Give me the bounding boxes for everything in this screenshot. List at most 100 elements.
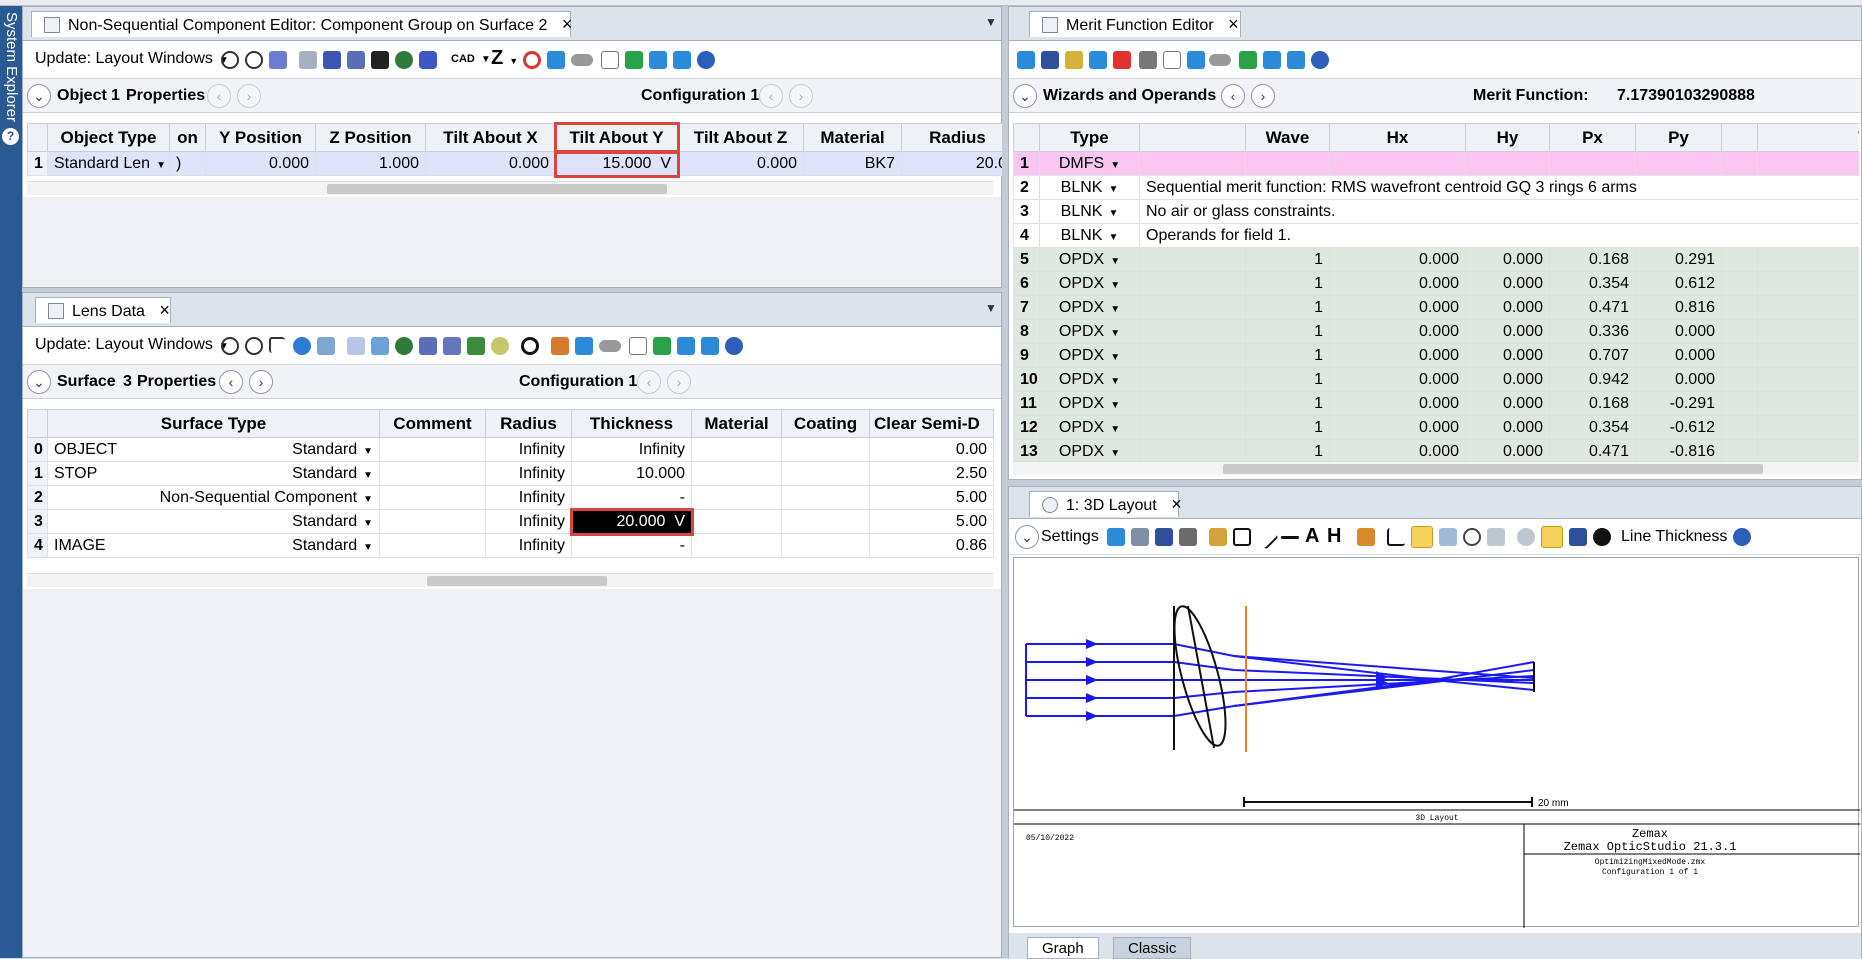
convert-icon[interactable]	[653, 337, 671, 355]
cell[interactable]	[1139, 247, 1246, 272]
material-cell[interactable]	[691, 437, 782, 462]
clear-semi-diameter-cell[interactable]: 0.86	[869, 533, 994, 558]
radius-cell[interactable]: Infinity	[485, 533, 572, 558]
wizards-operands-label[interactable]: Wizards and Operands	[1043, 87, 1216, 105]
object-icon[interactable]	[299, 51, 317, 69]
surface-type-cell[interactable]: IMAGE Standard ▼	[47, 533, 380, 558]
variable-solve-marker[interactable]: V	[660, 155, 671, 172]
merit-editor-tab[interactable]: Merit Function Editor ×	[1029, 11, 1241, 37]
wave-cell[interactable]: 1	[1245, 295, 1330, 320]
material-cell[interactable]	[691, 509, 782, 534]
hy-cell[interactable]: 0.000	[1465, 415, 1550, 440]
print-icon[interactable]	[1179, 528, 1197, 546]
py-cell[interactable]: -0.612	[1635, 415, 1722, 440]
system-explorer-bar[interactable]	[0, 6, 22, 958]
toggle-icon[interactable]	[1209, 54, 1231, 66]
prev-surface-button[interactable]: ‹	[219, 370, 243, 394]
hy-cell[interactable]: 0.000	[1465, 319, 1550, 344]
hx-cell[interactable]: 0.000	[1329, 319, 1466, 344]
page-icon[interactable]	[601, 51, 619, 69]
classic-tab[interactable]: Classic	[1113, 937, 1192, 959]
axes-icon[interactable]	[1387, 528, 1405, 546]
hy-cell[interactable]: 0.000	[1465, 295, 1550, 320]
column-header[interactable]: Material	[691, 409, 782, 438]
tilt-x-cell[interactable]: 0.000	[425, 151, 556, 176]
lens-data-tab[interactable]: Lens Data ×	[35, 297, 171, 323]
py-cell[interactable]: 0.000	[1635, 319, 1722, 344]
cell[interactable]	[1721, 439, 1758, 461]
cell[interactable]	[1139, 343, 1246, 368]
thickness-cell[interactable]: -	[571, 533, 692, 558]
convert-icon[interactable]	[1239, 51, 1257, 69]
radius-cell[interactable]: 20.0	[901, 151, 1014, 176]
hx-cell[interactable]: 0.000	[1329, 439, 1466, 461]
table-row[interactable]: 9OPDX▼10.0000.0000.7070.0000.0	[1013, 343, 1859, 368]
insert-icon[interactable]	[1089, 51, 1107, 69]
save-icon[interactable]	[1041, 51, 1059, 69]
text-icon[interactable]: A	[1305, 525, 1323, 547]
operand-type-cell[interactable]: OPDX ▼	[1039, 415, 1140, 440]
px-cell[interactable]: 0.471	[1549, 295, 1636, 320]
collapse-chevron-icon[interactable]: ⌄	[1013, 84, 1037, 108]
cell[interactable]	[1721, 391, 1758, 416]
px-cell[interactable]: 0.471	[1549, 439, 1636, 461]
cell[interactable]	[1721, 295, 1758, 320]
undo-icon[interactable]	[575, 337, 593, 355]
scrollbar-thumb[interactable]	[327, 184, 667, 194]
toggle-icon[interactable]	[571, 54, 593, 66]
table-row[interactable]: 10OPDX▼10.0000.0000.9420.0000.0	[1013, 367, 1859, 392]
cell[interactable]	[1721, 367, 1758, 392]
column-header[interactable]: Surface Type	[47, 409, 380, 438]
hx-cell[interactable]: 0.000	[1329, 295, 1466, 320]
operand-type-cell[interactable]: DMFS ▼	[1039, 151, 1140, 176]
table-row[interactable]: 3 Standard ▼ Infinity 20.000 V 5.00	[27, 507, 994, 536]
column-header[interactable]	[1721, 123, 1758, 152]
cell[interactable]	[1465, 151, 1550, 176]
operand-type-cell[interactable]: OPDX ▼	[1039, 271, 1140, 296]
compress-icon[interactable]	[1263, 51, 1281, 69]
zoom-icon[interactable]	[1463, 528, 1481, 546]
target-cell[interactable]: 0.0	[1757, 295, 1859, 320]
cell[interactable]	[1139, 319, 1246, 344]
cell[interactable]	[1721, 343, 1758, 368]
wave-cell[interactable]: 1	[1245, 319, 1330, 344]
properties-label[interactable]: Properties	[137, 373, 216, 391]
hx-cell[interactable]: 0.000	[1329, 343, 1466, 368]
comment-cell[interactable]	[379, 533, 486, 558]
lens-icon[interactable]	[395, 51, 413, 69]
globe-icon[interactable]	[293, 337, 311, 355]
operand-type-cell[interactable]: OPDX ▼	[1039, 247, 1140, 272]
comment-cell[interactable]	[379, 509, 486, 534]
brush-icon[interactable]	[551, 337, 569, 355]
grid-icon[interactable]	[371, 51, 389, 69]
compress-icon[interactable]	[677, 337, 695, 355]
pencil-icon[interactable]	[467, 337, 485, 355]
lens-icon[interactable]	[395, 337, 413, 355]
cell[interactable]	[1245, 151, 1330, 176]
column-header[interactable]: Px	[1549, 123, 1636, 152]
surface-type-cell[interactable]: Non-Sequential Component ▼	[47, 485, 380, 510]
palette-icon[interactable]	[491, 337, 509, 355]
delete-icon[interactable]	[1113, 51, 1131, 69]
ray-trace-icon[interactable]	[245, 51, 263, 69]
horizontal-scrollbar[interactable]	[1013, 461, 1859, 475]
column-header[interactable]: Tilt About X	[425, 123, 556, 152]
toggle-icon[interactable]	[599, 340, 621, 352]
column-header[interactable]: Radius	[485, 409, 572, 438]
target-cell[interactable]: 0.0	[1757, 439, 1859, 461]
column-header[interactable]: Thickness	[571, 409, 692, 438]
object-type-cell[interactable]: Standard Len ▼	[47, 151, 170, 176]
surface-type-cell[interactable]: STOP Standard ▼	[47, 461, 380, 486]
target-cell[interactable]: 0.0	[1757, 247, 1859, 272]
prev-config-button[interactable]: ‹	[759, 84, 783, 108]
operand-type-cell[interactable]: OPDX ▼	[1039, 439, 1140, 461]
update-dropdown[interactable]: Update: Layout Windows ▼	[35, 336, 229, 354]
comment-cell[interactable]	[379, 485, 486, 510]
px-cell[interactable]: 0.354	[1549, 415, 1636, 440]
table-row[interactable]: 11OPDX▼10.0000.0000.168-0.2910.0	[1013, 391, 1859, 416]
target-cell[interactable]: 0.0	[1757, 367, 1859, 392]
column-header[interactable]: Y Position	[205, 123, 316, 152]
horizontal-scrollbar[interactable]	[27, 181, 993, 195]
settings-chevron-icon[interactable]: ⌄	[1015, 525, 1039, 549]
hx-cell[interactable]: 0.000	[1329, 271, 1466, 296]
